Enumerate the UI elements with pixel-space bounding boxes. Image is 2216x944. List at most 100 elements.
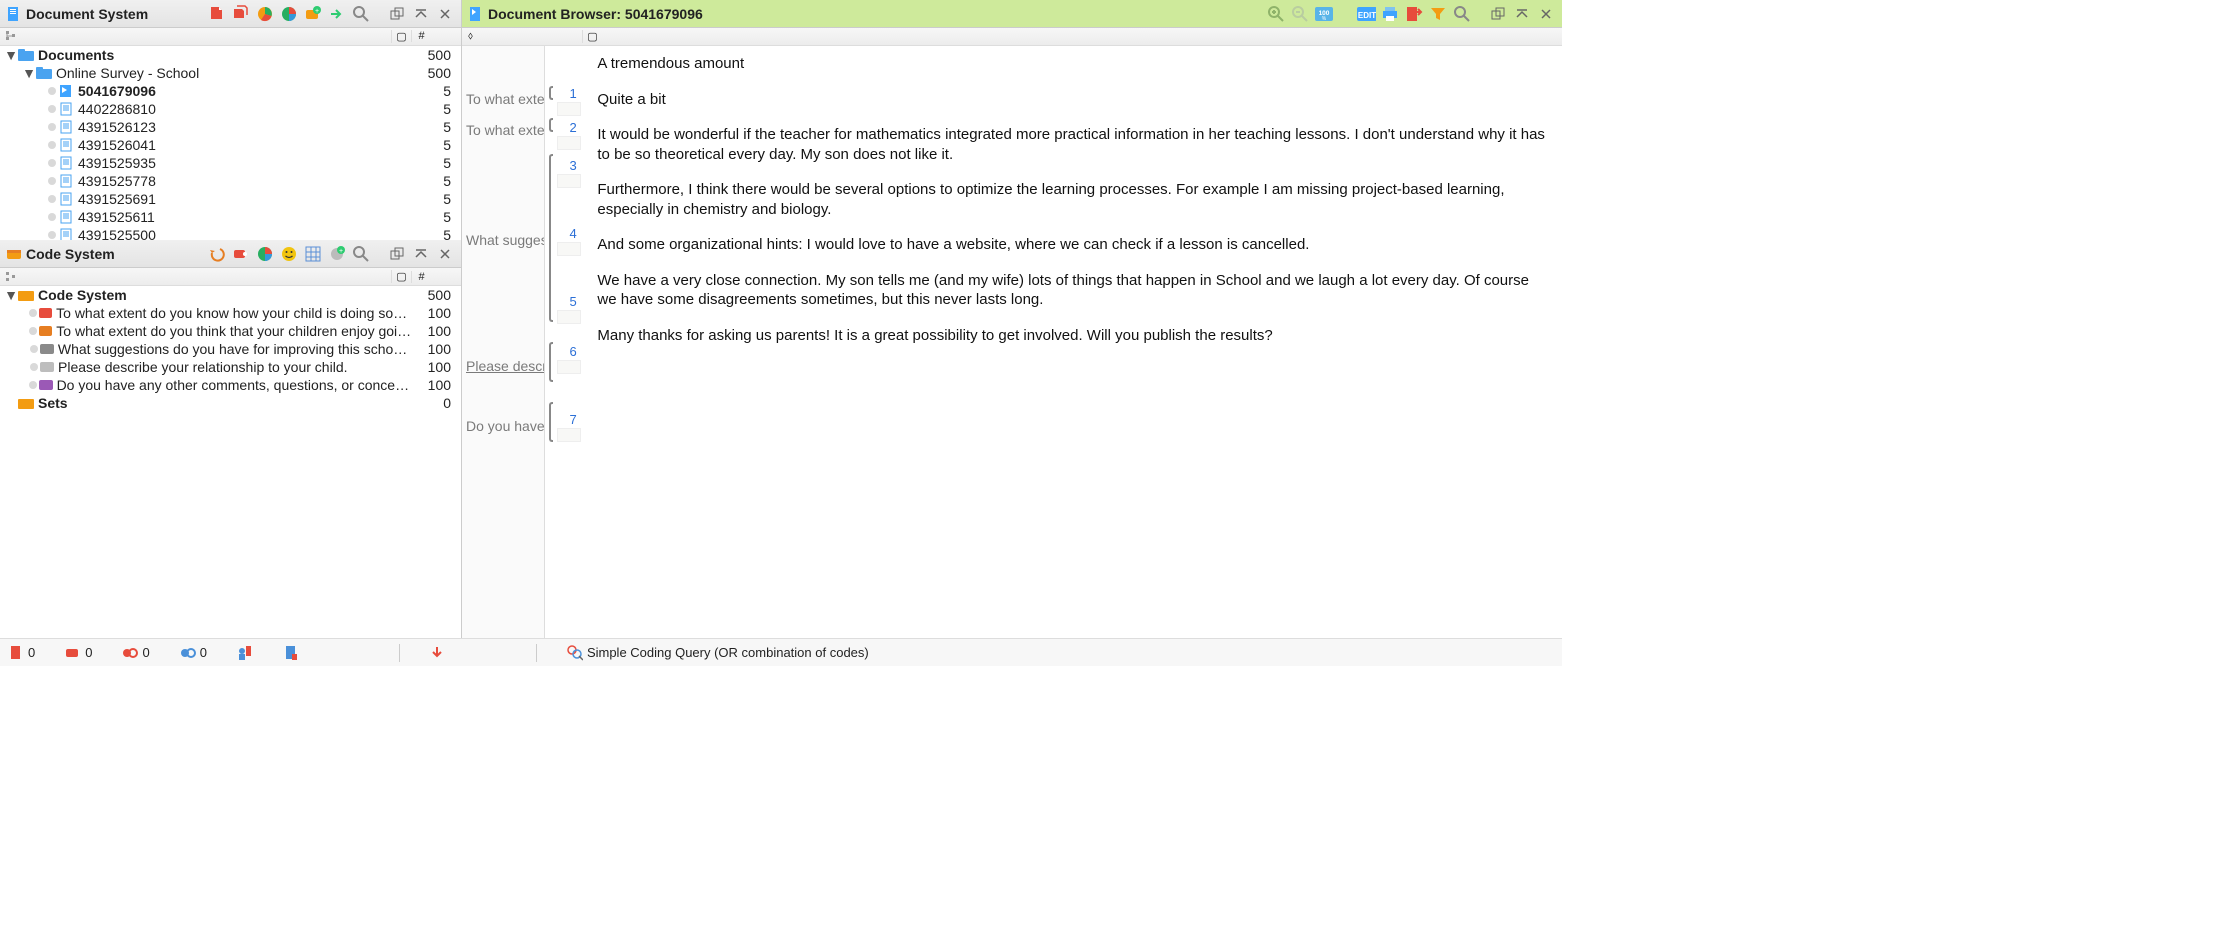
paragraph[interactable]: Many thanks for asking us parents! It is…	[597, 326, 1550, 346]
status-clipboard-icon[interactable]	[283, 645, 299, 661]
search-code-icon[interactable]	[351, 244, 371, 264]
expand-arrow-icon[interactable]: ▼	[4, 287, 18, 303]
document-text-area[interactable]: A tremendous amount Quite a bit It would b…	[575, 46, 1562, 638]
folder-icon	[36, 66, 52, 80]
browser-close-icon[interactable]	[1536, 4, 1556, 24]
code-color-swatch	[39, 380, 53, 390]
add-set-icon[interactable]: +	[303, 4, 323, 24]
doc-tree-column-header: ▢ #	[0, 28, 461, 46]
code-color-swatch	[40, 344, 54, 354]
paragraph[interactable]: It would be wonderful if the teacher for…	[597, 125, 1550, 164]
document-browser-header: Document Browser: 5041679096 100% EDIT	[462, 0, 1562, 28]
browser-maximize-icon[interactable]	[1512, 4, 1532, 24]
maximize-code-icon[interactable]	[411, 244, 431, 264]
status-documents[interactable]: 0	[8, 645, 35, 661]
document-icon	[58, 102, 74, 116]
doc-folder[interactable]: ▼ Online Survey - School500	[0, 64, 461, 82]
column-memo-icon[interactable]: ▢	[391, 30, 411, 43]
status-codings[interactable]: 0	[122, 645, 149, 661]
document-browser-title: Document Browser: 5041679096	[488, 6, 703, 22]
document-icon	[58, 210, 74, 224]
undo-code-icon[interactable]	[207, 244, 227, 264]
status-user-icon[interactable]	[237, 645, 253, 661]
code-tree: ▼ Code System500 To what extent do you k…	[0, 286, 461, 638]
doc-item[interactable]: 43915256115	[0, 208, 461, 226]
edit-mode-icon[interactable]: EDIT	[1356, 4, 1376, 24]
close-code-icon[interactable]	[435, 244, 455, 264]
add-code-icon[interactable]: +	[327, 244, 347, 264]
color-wheel-icon[interactable]	[279, 4, 299, 24]
code-root[interactable]: ▼ Code System500	[0, 286, 461, 304]
status-query[interactable]: Simple Coding Query (OR combination of c…	[567, 645, 869, 661]
zoom-100-icon[interactable]: 100%	[1314, 4, 1334, 24]
browser-undock-icon[interactable]	[1488, 4, 1508, 24]
code-color-swatch	[39, 308, 53, 318]
status-variables[interactable]: 0	[180, 645, 207, 661]
coding-stripe-label[interactable]: What suggestions do y	[466, 232, 545, 248]
import-document-icon[interactable]	[207, 4, 227, 24]
doc-item[interactable]: 43915257785	[0, 172, 461, 190]
status-down-arrow-icon[interactable]	[430, 645, 446, 661]
code-tree-column-header: ▢ #	[0, 268, 461, 286]
browser-memo-col-icon[interactable]: ▢	[582, 30, 602, 43]
document-icon	[58, 84, 74, 98]
export-arrow-icon[interactable]	[327, 4, 347, 24]
doc-item[interactable]: 43915255005	[0, 226, 461, 240]
code-item[interactable]: To what extent do you think that your ch…	[0, 322, 461, 340]
paragraph-number: 1	[561, 86, 577, 101]
code-item[interactable]: Please describe your relationship to you…	[0, 358, 461, 376]
column-memo-icon[interactable]: ▢	[391, 270, 411, 283]
coding-stripe: To what extent do you To what extent do y…	[462, 46, 545, 638]
code-tag-icon[interactable]	[231, 244, 251, 264]
column-count-icon[interactable]: #	[411, 30, 431, 42]
matrix-icon[interactable]	[303, 244, 323, 264]
document-tree: ▼ Documents500 ▼ Online Survey - School5…	[0, 46, 461, 240]
doc-item[interactable]: 50416790965	[0, 82, 461, 100]
smiley-icon[interactable]	[279, 244, 299, 264]
print-icon[interactable]	[1380, 4, 1400, 24]
paragraph[interactable]: Furthermore, I think there would be seve…	[597, 180, 1550, 219]
browser-search-icon[interactable]	[1452, 4, 1472, 24]
doc-item[interactable]: 43915256915	[0, 190, 461, 208]
code-item[interactable]: Do you have any other comments, question…	[0, 376, 461, 394]
code-item[interactable]: To what extent do you know how your chil…	[0, 304, 461, 322]
coding-stripe-label[interactable]: To what extent do you	[466, 122, 545, 138]
undock-icon[interactable]	[387, 4, 407, 24]
document-system-icon	[6, 6, 22, 22]
close-icon[interactable]	[435, 4, 455, 24]
zoom-out-icon[interactable]	[1290, 4, 1310, 24]
coding-stripe-label[interactable]: To what extent do you	[466, 91, 545, 107]
paragraph[interactable]: And some organizational hints: I would l…	[597, 235, 1550, 255]
undock-code-icon[interactable]	[387, 244, 407, 264]
doc-root[interactable]: ▼ Documents500	[0, 46, 461, 64]
export-red-icon[interactable]	[1404, 4, 1424, 24]
document-icon	[58, 120, 74, 134]
import-documents-icon[interactable]	[231, 4, 251, 24]
doc-item[interactable]: 44022868105	[0, 100, 461, 118]
expand-arrow-icon[interactable]: ▼	[4, 47, 18, 63]
document-browser-body: To what extent do you To what extent do y…	[462, 46, 1562, 638]
code-colorwheel-icon[interactable]	[255, 244, 275, 264]
paragraph[interactable]: A tremendous amount	[597, 54, 1550, 74]
code-sets[interactable]: Sets0	[0, 394, 461, 412]
code-item[interactable]: What suggestions do you have for improvi…	[0, 340, 461, 358]
maximize-icon[interactable]	[411, 4, 431, 24]
paragraph[interactable]: We have a very close connection. My son …	[597, 271, 1550, 310]
svg-text:+: +	[339, 248, 343, 255]
search-icon[interactable]	[351, 4, 371, 24]
code-system-title: Code System	[26, 246, 115, 262]
zoom-in-icon[interactable]	[1266, 4, 1286, 24]
coding-stripe-label[interactable]: Please describe your re	[466, 358, 545, 374]
paragraph[interactable]: Quite a bit	[597, 90, 1550, 110]
status-codes[interactable]: 0	[65, 645, 92, 661]
doc-item[interactable]: 43915260415	[0, 136, 461, 154]
doc-item[interactable]: 43915259355	[0, 154, 461, 172]
funnel-icon[interactable]	[1428, 4, 1448, 24]
doc-item[interactable]: 43915261235	[0, 118, 461, 136]
stats-pie-icon[interactable]	[255, 4, 275, 24]
coding-stripe-label[interactable]: Do you have any other	[466, 418, 545, 434]
code-color-swatch	[39, 326, 53, 336]
paragraph-number: 7	[561, 412, 577, 427]
expand-arrow-icon[interactable]: ▼	[22, 65, 36, 81]
column-count-icon[interactable]: #	[411, 271, 431, 283]
